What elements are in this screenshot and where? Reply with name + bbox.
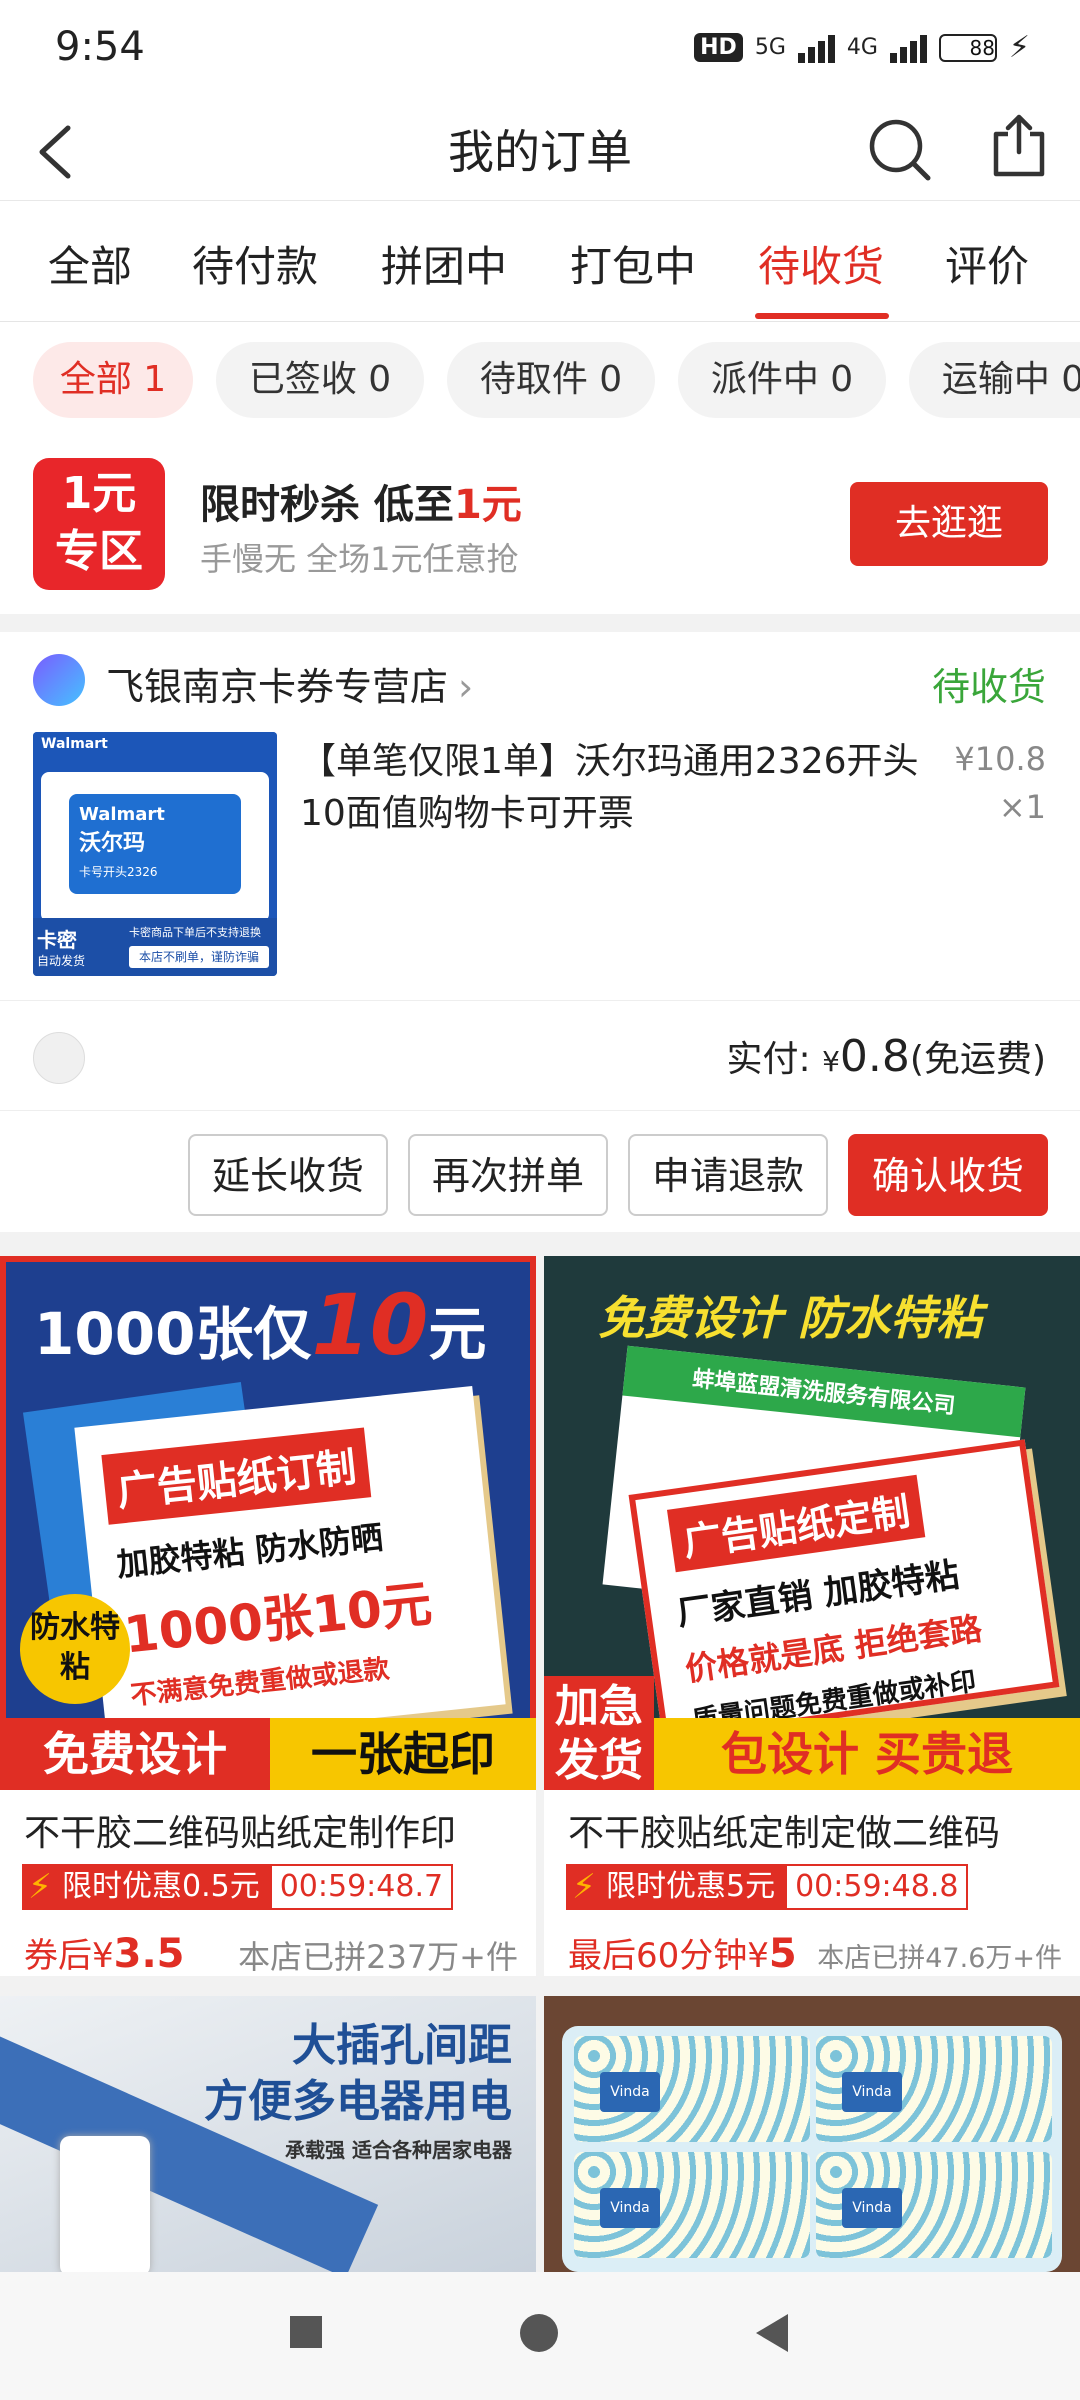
- lightning-icon: ⚡: [572, 1867, 596, 1907]
- product-card[interactable]: 1000张仅10元 广告贴纸订制 加胶特粘 防水防晒 1000张10元 不满意免…: [0, 1256, 536, 1976]
- chip-delivering[interactable]: 派件中 0: [678, 342, 886, 418]
- status-icons: HD 5G 4G 88 ⚡: [694, 30, 1030, 65]
- product-card[interactable]: 大插孔间距 方便多电器用电 承载强 适合各种居家电器: [0, 1996, 536, 2272]
- lightning-icon: ⚡: [28, 1867, 52, 1907]
- signal-icon: [889, 33, 927, 63]
- extend-receipt-button[interactable]: 延长收货: [188, 1134, 388, 1216]
- status-filter-chips: 全部 1 已签收 0 待取件 0 派件中 0 运输中 0: [0, 322, 1080, 432]
- status-time: 9:54: [55, 24, 145, 70]
- product-image[interactable]: 大插孔间距 方便多电器用电 承载强 适合各种居家电器: [0, 1996, 536, 2272]
- product-image[interactable]: Vinda Vinda Vinda Vinda: [544, 1996, 1080, 2272]
- group-member-avatar: [33, 1032, 85, 1084]
- tab-pending-payment[interactable]: 待付款: [192, 233, 318, 294]
- tab-to-receive[interactable]: 待收货: [758, 233, 884, 294]
- amount-paid: 实付: ¥0.8(免运费): [726, 1031, 1046, 1082]
- countdown-timer: 00:59:48.8: [785, 1864, 969, 1910]
- battery-icon: 88: [938, 33, 997, 62]
- promo-title: 限时秒杀 低至1元: [200, 482, 522, 528]
- product-card[interactable]: 免费设计 防水特粘 蚌埠蓝盟清洗服务有限公司 广告贴纸定制 厂家直销 加胶特粘 …: [544, 1256, 1080, 1976]
- one-yuan-zone-badge: 1元 专区: [33, 458, 165, 590]
- back-nav-icon[interactable]: [752, 2312, 792, 2354]
- product-price: 最后60分钟¥5: [568, 1931, 797, 1976]
- product-title: 不干胶二维码贴纸定制作印: [24, 1813, 457, 1854]
- chip-awaiting-pickup[interactable]: 待取件 0: [447, 342, 655, 418]
- hd-icon: HD: [694, 33, 743, 62]
- chip-all[interactable]: 全部 1: [33, 342, 193, 418]
- chevron-right-icon: ›: [458, 665, 474, 709]
- charging-icon: ⚡: [1008, 30, 1030, 65]
- product-image[interactable]: 免费设计 防水特粘 蚌埠蓝盟清洗服务有限公司 广告贴纸定制 厂家直销 加胶特粘 …: [544, 1256, 1080, 1790]
- recent-apps-icon[interactable]: [286, 2312, 326, 2352]
- promo-subtitle: 手慢无 全场1元任意抢: [200, 540, 519, 578]
- order-status: 待收货: [931, 665, 1046, 709]
- product-price: ¥10.8: [954, 740, 1046, 778]
- product-image[interactable]: Walmart Walmart 沃尔玛 卡号开头2326 卡密 自动发货 卡密商…: [33, 732, 277, 976]
- countdown-timer: 00:59:48.7: [269, 1864, 454, 1910]
- vinda-logo: Vinda: [600, 2072, 660, 2112]
- network-4g-label: 4G: [846, 35, 878, 60]
- product-price: 券后¥3.5: [24, 1931, 185, 1976]
- vinda-logo: Vinda: [842, 2188, 902, 2228]
- product-image[interactable]: 1000张仅10元 广告贴纸订制 加胶特粘 防水防晒 1000张10元 不满意免…: [0, 1256, 536, 1790]
- divider: [0, 1110, 1080, 1111]
- flash-sale-banner[interactable]: 1元 专区 限时秒杀 低至1元 手慢无 全场1元任意抢 去逛逛: [0, 432, 1080, 614]
- divider: [0, 1000, 1080, 1001]
- network-5g-label: 5G: [754, 35, 786, 60]
- store-name[interactable]: 飞银南京卡券专营店 ›: [106, 656, 473, 711]
- order-tabs: 全部 待付款 拼团中 打包中 待收货 评价: [0, 201, 1080, 322]
- tab-group-buying[interactable]: 拼团中: [381, 233, 507, 294]
- request-refund-button[interactable]: 申请退款: [628, 1134, 828, 1216]
- product-title: 不干胶贴纸定制定做二维码: [568, 1813, 1001, 1854]
- vinda-logo: Vinda: [842, 2072, 902, 2112]
- limited-deal: ⚡ 限时优惠0.5元 00:59:48.7: [22, 1864, 454, 1910]
- limited-deal: ⚡ 限时优惠5元 00:59:48.8: [566, 1864, 969, 1910]
- product-quantity: ×1: [998, 788, 1046, 826]
- sold-count: 本店已拼237万+件: [238, 1938, 518, 1976]
- store-logo[interactable]: [33, 654, 85, 706]
- product-card[interactable]: Vinda Vinda Vinda Vinda: [544, 1996, 1080, 2272]
- app-header: 我的订单: [0, 96, 1080, 201]
- waterproof-badge: 防水特粘: [20, 1594, 130, 1704]
- active-tab-indicator: [755, 313, 889, 319]
- buy-again-button[interactable]: 再次拼单: [408, 1134, 608, 1216]
- tab-all[interactable]: 全部: [48, 233, 132, 294]
- sold-count: 本店已拼47.6万+件: [817, 1943, 1062, 1974]
- tab-packing[interactable]: 打包中: [570, 233, 696, 294]
- vinda-logo: Vinda: [600, 2188, 660, 2228]
- signal-icon: [797, 33, 835, 63]
- product-title[interactable]: 【单笔仅限1单】沃尔玛通用2326开头10面值购物卡可开票: [300, 736, 920, 840]
- share-icon[interactable]: [990, 112, 1048, 180]
- system-navigation-bar: [0, 2272, 1080, 2400]
- chip-signed[interactable]: 已签收 0: [216, 342, 424, 418]
- order-card: 飞银南京卡券专营店 › 待收货 Walmart Walmart 沃尔玛 卡号开头2…: [0, 632, 1080, 1232]
- search-icon[interactable]: [866, 116, 932, 182]
- confirm-receipt-button[interactable]: 确认收货: [848, 1134, 1048, 1216]
- home-icon[interactable]: [518, 2312, 560, 2354]
- tab-review[interactable]: 评价: [945, 233, 1029, 294]
- go-shopping-button[interactable]: 去逛逛: [850, 482, 1048, 566]
- chip-in-transit[interactable]: 运输中 0: [909, 342, 1080, 418]
- status-bar: 9:54 HD 5G 4G 88 ⚡: [0, 0, 1080, 96]
